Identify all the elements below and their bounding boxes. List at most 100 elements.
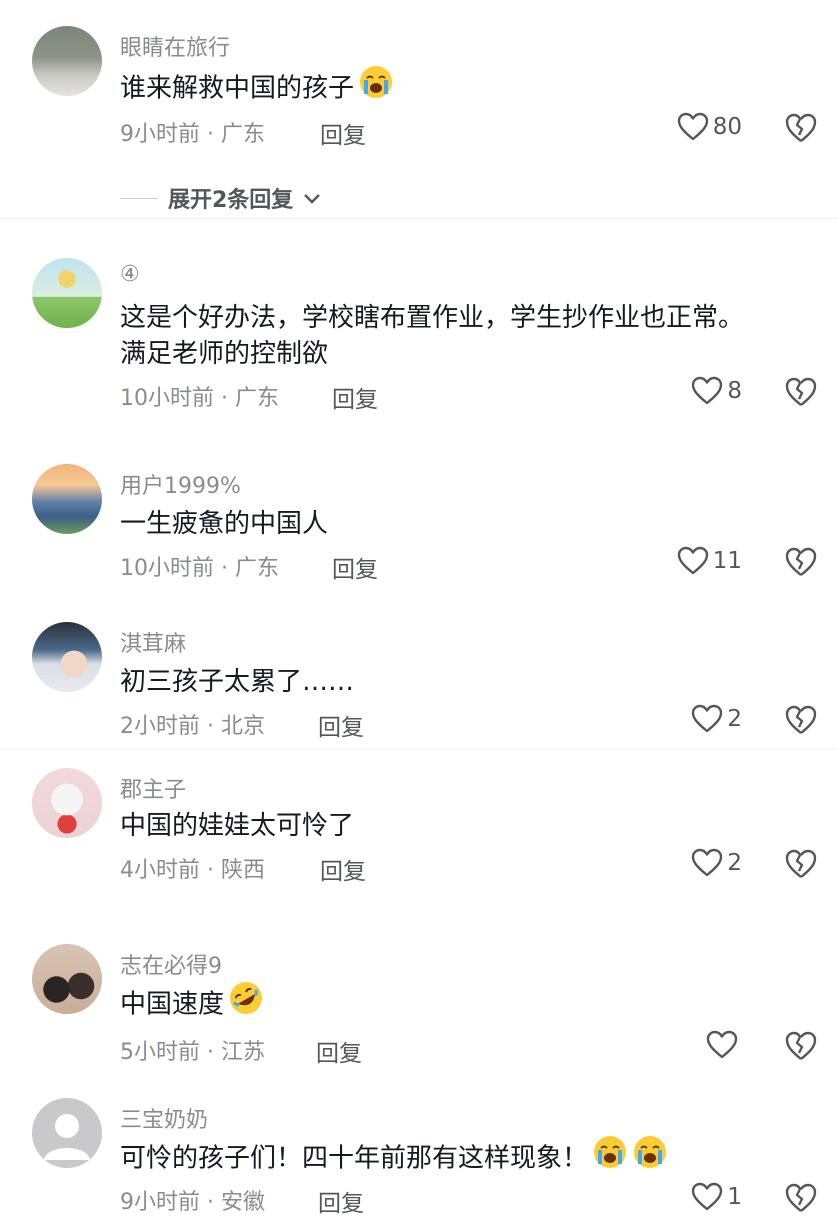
comment-item: ④ 这是个好办法，学校瞎布置作业，学生抄作业也正常。 满足老师的控制欲 10小时… [0,250,838,440]
comment-item: 三宝奶奶 可怜的孩子们！四十年前那有这样现象！ 9小时前 · 安徽 回复 1 [0,1096,838,1217]
reply-button[interactable]: 回复 [320,116,366,150]
username[interactable]: 三宝奶奶 [120,1102,208,1134]
dislike-button[interactable] [784,112,818,144]
avatar[interactable] [32,258,102,328]
username[interactable]: 淇茸麻 [120,626,186,658]
chevron-down-icon [303,186,321,211]
like-count: 2 [727,706,742,732]
avatar[interactable] [32,464,102,534]
comment-text: 中国速度 [120,980,264,1030]
meta-separator: · [200,122,221,147]
heart-icon [677,546,709,576]
expand-replies-button[interactable]: 展开2条回复 [120,182,321,214]
username[interactable]: 郡主子 [120,772,186,804]
comment-text: 初三孩子太累了…… [120,667,355,697]
crying-face-icon [358,64,394,114]
meta-separator: · [214,386,235,411]
like-count: 8 [727,378,742,404]
reply-button[interactable]: 回复 [318,708,364,742]
broken-heart-icon [784,112,818,144]
comment-text-content: 可怜的孩子们！四十年前那有这样现象！ [120,1143,589,1174]
dislike-button[interactable] [784,1030,818,1062]
avatar[interactable] [32,1098,102,1168]
timestamp: 9小时前 [120,122,200,147]
comment-meta: 2小时前 · 北京 [120,708,265,740]
like-count: 80 [712,114,742,140]
timestamp: 4小时前 [120,858,200,883]
heart-icon [677,112,709,142]
avatar[interactable] [32,622,102,692]
meta-separator: · [214,556,235,581]
like-count: 1 [727,1184,742,1210]
like-button[interactable]: 1 [691,1182,742,1212]
comment-meta: 10小时前 · 广东 [120,550,279,582]
comment-meta: 9小时前 · 安徽 [120,1184,265,1216]
username[interactable]: ④ [120,262,140,287]
meta-separator: · [200,858,221,883]
comment-item: 志在必得9 中国速度 5小时前 · 江苏 回复 [0,940,838,1080]
broken-heart-icon [784,376,818,408]
like-button[interactable]: 11 [677,546,742,576]
comment-text-line-2: 满足老师的控制欲 [120,339,329,369]
timestamp: 10小时前 [120,556,214,581]
heart-icon [706,1030,738,1060]
comment-item: 淇茸麻 初三孩子太累了…… 2小时前 · 北京 回复 2 [0,618,838,758]
like-button[interactable]: 8 [691,376,742,406]
meta-separator: · [200,1040,221,1065]
heart-icon [691,376,723,406]
dislike-button[interactable] [784,704,818,736]
avatar[interactable] [32,26,102,96]
comment-text: 一生疲惫的中国人 [120,509,329,539]
dislike-button[interactable] [784,848,818,880]
location: 广东 [234,386,279,411]
expand-replies-label: 展开2条回复 [168,188,294,213]
username[interactable]: 用户1999% [120,468,241,500]
comment-meta: 9小时前 · 广东 [120,116,265,148]
reply-button[interactable]: 回复 [316,1034,362,1068]
like-button[interactable]: 80 [677,112,742,142]
heart-icon [691,1182,723,1212]
heart-icon [691,704,723,734]
like-count: 11 [712,548,742,574]
expand-divider-line [120,197,158,199]
reply-button[interactable]: 回复 [332,380,378,414]
like-button[interactable]: 2 [691,704,742,734]
broken-heart-icon [784,1030,818,1062]
location: 广东 [234,556,279,581]
like-count: 2 [727,850,742,876]
like-button[interactable] [706,1030,742,1060]
comment-meta: 10小时前 · 广东 [120,380,279,412]
crying-face-icon [632,1134,668,1184]
reply-button[interactable]: 回复 [320,852,366,886]
location: 北京 [220,714,265,739]
rofl-face-icon [228,980,264,1030]
reply-button[interactable]: 回复 [332,550,378,584]
comment-text: 谁来解救中国的孩子 [120,64,394,114]
comment-item: 用户1999% 一生疲惫的中国人 10小时前 · 广东 回复 11 [0,460,838,600]
location: 陕西 [220,858,265,883]
timestamp: 5小时前 [120,1040,200,1065]
avatar[interactable] [32,944,102,1014]
broken-heart-icon [784,848,818,880]
heart-icon [691,848,723,878]
dislike-button[interactable] [784,1182,818,1214]
reply-button[interactable]: 回复 [318,1184,364,1218]
avatar[interactable] [32,768,102,838]
crying-face-icon [592,1134,628,1184]
location: 安徽 [220,1190,265,1215]
comment-text: 可怜的孩子们！四十年前那有这样现象！ [120,1134,668,1184]
username[interactable]: 眼睛在旅行 [120,30,230,62]
meta-separator: · [200,1190,221,1215]
broken-heart-icon [784,546,818,578]
comment-text: 中国的娃娃太可怜了 [120,811,355,841]
dislike-button[interactable] [784,376,818,408]
comment-text-content: 谁来解救中国的孩子 [120,73,355,104]
timestamp: 2小时前 [120,714,200,739]
username[interactable]: 志在必得9 [120,948,222,980]
dislike-button[interactable] [784,546,818,578]
default-avatar-icon [44,1114,90,1160]
comment-text-content: 中国速度 [120,989,225,1020]
like-button[interactable]: 2 [691,848,742,878]
comment-item: 眼睛在旅行 谁来解救中国的孩子 9小时前 · 广东 回复 80 展开2条回复 [0,0,838,220]
divider [0,748,838,749]
